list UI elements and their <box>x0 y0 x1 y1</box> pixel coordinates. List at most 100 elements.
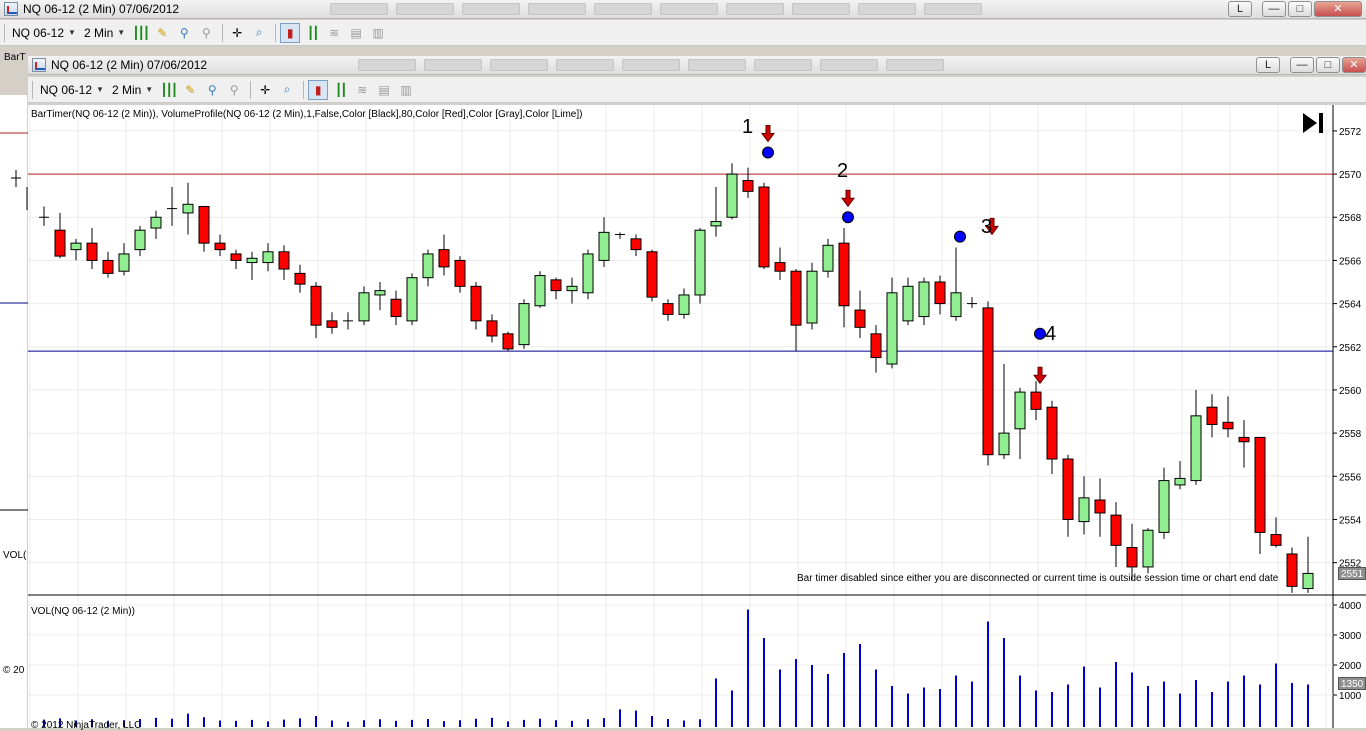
bar-timer-message: Bar timer disabled since either you are … <box>797 573 1279 584</box>
candle-up <box>998 432 1010 456</box>
instrument-label: NQ 06-12 <box>12 25 65 40</box>
chevron-down-icon: ▼ <box>68 28 76 37</box>
candle-up <box>598 231 610 261</box>
front-window-close-button[interactable]: ✕ <box>1342 57 1366 73</box>
price-tick-label: 2566 <box>1339 256 1362 267</box>
zoom-in-icon[interactable]: ⚲ <box>202 80 222 100</box>
indicators-icon[interactable]: ┃┃ <box>302 23 322 43</box>
annotation-3: 3 <box>981 216 993 238</box>
chart-trader-icon[interactable]: ▮ <box>280 22 301 43</box>
chart-trader-icon[interactable]: ▮ <box>308 79 329 100</box>
candle-up <box>1302 572 1314 590</box>
volume-label: VOL(NQ 06-12 (2 Min)) <box>31 606 135 617</box>
properties-icon[interactable]: ▥ <box>368 23 388 43</box>
back-window-titlebar: NQ 06-12 (2 Min) 07/06/2012 L — □ ✕ <box>0 0 1366 19</box>
toolbar-separator <box>32 80 33 99</box>
candle-up <box>1158 480 1170 533</box>
back-window-close-button[interactable]: ✕ <box>1314 1 1362 17</box>
annotation-4: 4 <box>1045 323 1057 345</box>
candle-up <box>582 253 594 294</box>
candle-down <box>1270 534 1282 546</box>
crosshair-icon[interactable]: ✛ <box>227 23 247 43</box>
toolbar-separator <box>4 23 5 42</box>
interval-selector[interactable]: 2 Min ▼ <box>109 80 156 100</box>
back-window-link-button[interactable]: L <box>1228 1 1252 17</box>
background-tab <box>358 59 416 71</box>
toolbar-separator <box>275 23 277 42</box>
background-tab <box>556 59 614 71</box>
candle-up <box>150 216 162 229</box>
front-window-minimize-button[interactable]: — <box>1290 57 1314 73</box>
current-price-tag: 2551 <box>1338 567 1366 580</box>
signal-dot <box>762 146 774 159</box>
indicators-icon[interactable]: ┃┃ <box>330 80 350 100</box>
indicator-label: BarTimer(NQ 06-12 (2 Min)), VolumeProfil… <box>31 109 583 120</box>
data-box-icon[interactable]: ▤ <box>346 23 366 43</box>
crosshair-icon[interactable]: ✛ <box>255 80 275 100</box>
volume-tick-label: 4000 <box>1339 601 1362 612</box>
candle-down <box>502 333 514 350</box>
back-window-title: NQ 06-12 (2 Min) 07/06/2012 <box>23 2 180 16</box>
background-tab <box>688 59 746 71</box>
signal-dot <box>954 230 966 243</box>
candle-down <box>1046 406 1058 460</box>
copyright: © 2012 NinjaTrader, LLC <box>31 720 142 731</box>
zoom-in-icon[interactable]: ⚲ <box>174 23 194 43</box>
price-tick-label: 2564 <box>1339 300 1362 311</box>
instrument-selector[interactable]: NQ 06-12 ▼ <box>37 80 107 100</box>
zoom-out-icon[interactable]: ⚲ <box>224 80 244 100</box>
data-box-icon[interactable]: ▤ <box>374 80 394 100</box>
chart-panel[interactable]: 2572 2570 2568 2566 2564 2562 2560 2558 2556 2554… <box>28 105 1366 731</box>
candle-up <box>902 285 914 322</box>
background-tab <box>424 59 482 71</box>
price-tick-label: 2556 <box>1339 472 1362 483</box>
candle-up <box>694 229 706 296</box>
candle-down <box>1094 499 1106 514</box>
magnify-icon[interactable]: ⌕ <box>277 80 297 100</box>
candle-down <box>102 259 114 274</box>
front-window-maximize-button[interactable]: □ <box>1316 57 1340 73</box>
candle-down <box>278 251 290 270</box>
candle-down <box>1030 391 1042 410</box>
instrument-label: NQ 06-12 <box>40 82 93 97</box>
candle-down <box>486 320 498 337</box>
candle-down <box>438 249 450 268</box>
candle-up <box>1142 529 1154 568</box>
candle-up <box>678 294 690 315</box>
strategies-icon[interactable]: ≋ <box>324 23 344 43</box>
drawing-tools-icon[interactable]: ✎ <box>180 80 200 100</box>
candle-down <box>758 186 770 268</box>
zoom-out-icon[interactable]: ⚲ <box>196 23 216 43</box>
price-tick-label: 2572 <box>1339 127 1362 138</box>
drawing-tools-icon[interactable]: ✎ <box>152 23 172 43</box>
back-window-minimize-button[interactable]: — <box>1262 1 1286 17</box>
back-interval-selector[interactable]: 2 Min ▼ <box>81 23 128 43</box>
toolbar-separator <box>303 80 305 99</box>
background-tab <box>462 3 520 15</box>
strategies-icon[interactable]: ≋ <box>352 80 372 100</box>
back-instrument-selector[interactable]: NQ 06-12 ▼ <box>9 23 79 43</box>
candle-down <box>1062 458 1074 520</box>
bar-type-icon[interactable]: ┃┃┃ <box>158 80 178 100</box>
candle-up <box>886 292 898 365</box>
candle-up <box>1174 477 1186 486</box>
candle-down <box>870 333 882 359</box>
bar-type-icon[interactable]: ┃┃┃ <box>130 23 150 43</box>
properties-icon[interactable]: ▥ <box>396 80 416 100</box>
candle-up <box>422 253 434 279</box>
magnify-icon[interactable]: ⌕ <box>249 23 269 43</box>
background-tab <box>792 3 850 15</box>
candle-down <box>454 259 466 287</box>
interval-label: 2 Min <box>111 82 142 97</box>
volume-tick-label: 2000 <box>1339 661 1362 672</box>
candle-down <box>86 242 98 261</box>
candle-down <box>838 242 850 307</box>
background-tab <box>622 59 680 71</box>
signal-arrow-down <box>840 189 856 208</box>
back-window-maximize-button[interactable]: □ <box>1288 1 1312 17</box>
front-window-link-button[interactable]: L <box>1256 57 1280 73</box>
candle-up <box>566 285 578 292</box>
interval-label: 2 Min <box>83 25 114 40</box>
candle-up <box>374 290 386 296</box>
candlestick-chart[interactable]: 2572 2570 2568 2566 2564 2562 2560 2558 2556 2554… <box>28 105 1366 728</box>
